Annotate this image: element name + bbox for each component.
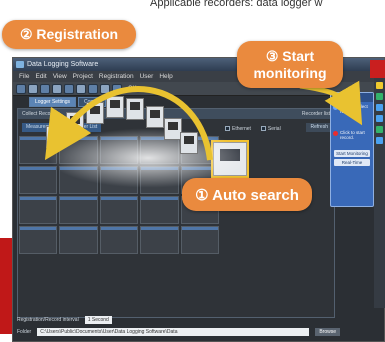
side-tool-icon[interactable] (376, 93, 383, 100)
start-monitoring-callout: ③ Start monitoring (237, 41, 343, 88)
recorder-slot[interactable] (99, 196, 139, 224)
screenshot-stage: Applicable recorders: data logger w Data… (0, 0, 385, 342)
info-select-text: Click to select recorder. (340, 104, 368, 114)
menu-help[interactable]: Help (159, 71, 172, 82)
info-select-item: Click to select recorder. (331, 102, 373, 116)
recorder-slot[interactable] (180, 226, 219, 254)
auto-search-callout: ① Auto search (182, 178, 312, 211)
recorder-slot[interactable] (140, 226, 179, 254)
side-tool-icon[interactable] (376, 115, 383, 122)
path-input[interactable]: C:\Users\Public\Documents\User\Data Logg… (37, 328, 310, 336)
menu-file[interactable]: File (19, 71, 29, 82)
recorder-slot[interactable] (19, 166, 58, 194)
side-tool-icon[interactable] (376, 82, 383, 89)
connection-checks: Ethernet Serial (225, 126, 281, 132)
info-record-text: Click to start record. (340, 130, 365, 140)
recorder-slot[interactable] (59, 196, 98, 224)
toolbar-open-icon[interactable] (28, 83, 38, 94)
red-corner-marker (370, 60, 385, 78)
panel-right-title: Recorder list (301, 111, 330, 117)
interval-row: Registration/Record interval 1 Second (17, 315, 340, 325)
record-dot-icon (333, 131, 338, 136)
checkbox-box-icon (260, 126, 266, 132)
ethernet-label: Ethernet (232, 126, 251, 132)
recorder-device-icon (66, 112, 84, 134)
menu-user[interactable]: User (140, 71, 154, 82)
path-label: Folder (17, 329, 32, 335)
dragged-recorders (44, 86, 214, 166)
recorder-device-icon (146, 106, 164, 128)
checkbox-box-icon (225, 126, 230, 132)
recorder-device-icon (180, 132, 198, 154)
information-header: Information (331, 93, 373, 102)
browse-button[interactable]: Browse (315, 328, 340, 336)
recorder-slot[interactable] (19, 226, 58, 254)
recorder-device-icon (106, 96, 124, 118)
ethernet-checkbox[interactable]: Ethernet (225, 126, 251, 132)
menu-view[interactable]: View (53, 71, 67, 82)
app-icon (16, 61, 24, 68)
side-tool-strip (374, 78, 385, 308)
window-title: Data Logging Software (27, 61, 99, 68)
info-record-item: Click to start record. (331, 128, 373, 142)
recorder-device-icon (126, 98, 144, 120)
start-monitoring-button[interactable]: Start Monitoring (334, 150, 370, 157)
recorder-slot[interactable] (99, 226, 139, 254)
recorder-slot[interactable] (19, 196, 58, 224)
serial-checkbox[interactable]: Serial (260, 126, 281, 132)
recorder-slot[interactable] (59, 226, 98, 254)
menu-project[interactable]: Project (73, 71, 93, 82)
red-side-banner (0, 238, 12, 334)
recorder-device-icon (86, 102, 104, 124)
interval-select[interactable]: 1 Second (84, 316, 112, 324)
menu-edit[interactable]: Edit (35, 71, 46, 82)
path-row: Folder C:\Users\Public\Documents\User\Da… (17, 327, 340, 337)
recorder-slot[interactable] (140, 196, 179, 224)
real-time-button[interactable]: Real-Time (334, 159, 370, 166)
toolbar-new-icon[interactable] (16, 83, 26, 94)
menu-registration[interactable]: Registration (99, 71, 134, 82)
information-pane: Information Click to select recorder. Cl… (330, 92, 374, 207)
side-tool-icon[interactable] (376, 104, 383, 111)
info-dot-icon (333, 105, 338, 110)
start-callout-line1: ③ Start (265, 47, 315, 64)
side-tool-icon[interactable] (376, 137, 383, 144)
registration-callout: ② Registration (2, 20, 136, 49)
side-tool-icon[interactable] (376, 126, 383, 133)
recorder-device-icon (46, 126, 64, 148)
serial-label: Serial (267, 126, 281, 132)
settings-footer: Registration/Record interval 1 Second Fo… (17, 315, 340, 337)
start-callout-line2: monitoring (253, 64, 327, 81)
refresh-button[interactable]: Refresh (306, 123, 332, 132)
applicable-recorders-caption: Applicable recorders: data logger w (150, 0, 323, 9)
interval-label: Registration/Record interval (17, 317, 79, 323)
